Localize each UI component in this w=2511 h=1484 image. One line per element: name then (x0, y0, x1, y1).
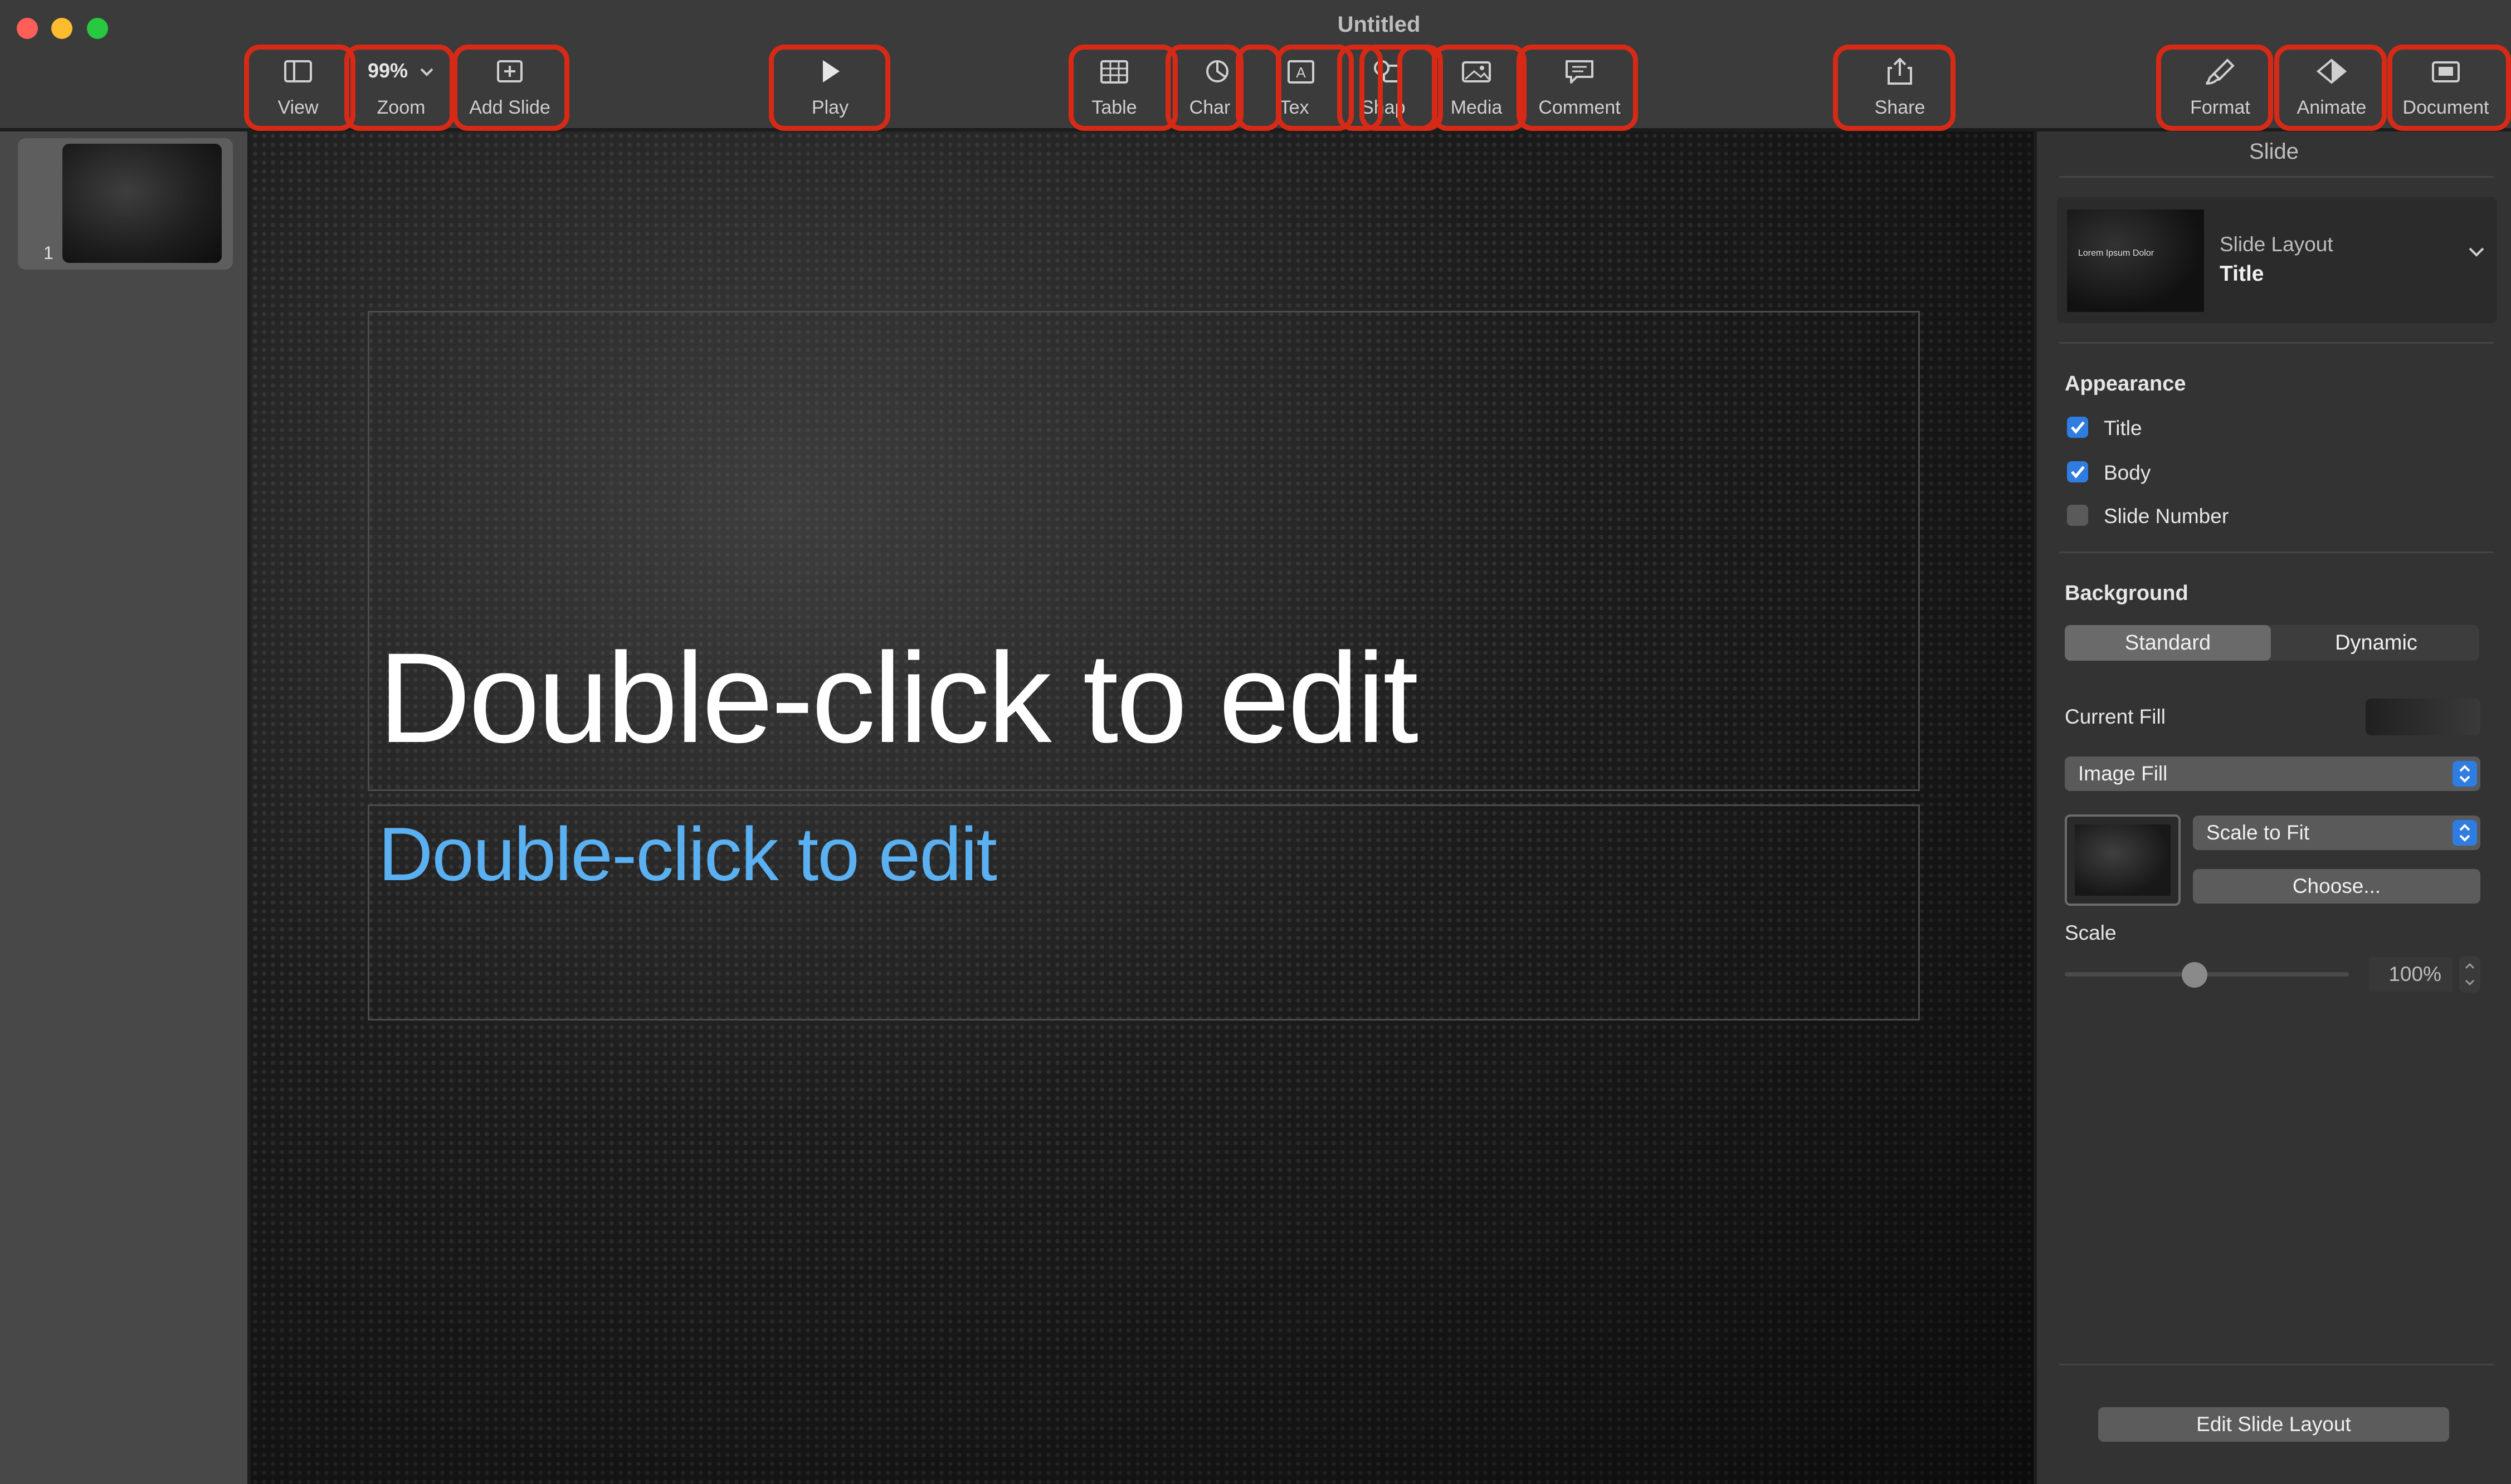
scale-slider-knob[interactable] (2182, 962, 2207, 988)
fill-image-well[interactable] (2065, 814, 2181, 906)
document-button[interactable]: Document (2387, 46, 2504, 129)
view-label: View (277, 97, 319, 118)
slide-navigator: 1 (0, 131, 251, 1484)
photo-icon (1462, 61, 1491, 82)
comment-icon (1566, 60, 1593, 84)
checkmark-icon (2071, 421, 2085, 434)
sidebar-icon (284, 60, 312, 82)
document-icon (2432, 61, 2460, 82)
slide-layout-value: Title (2220, 262, 2264, 286)
add-slide-button[interactable]: Add Slide (454, 46, 565, 129)
fill-image-preview (2075, 824, 2171, 896)
title-checkbox-label: Title (2104, 417, 2142, 440)
title-placeholder[interactable]: Double-click to edit (368, 311, 1920, 791)
divider (2059, 342, 2494, 344)
title-checkbox[interactable] (2067, 417, 2088, 438)
add-slide-label: Add Slide (469, 97, 550, 118)
scale-stepper[interactable] (2459, 956, 2480, 993)
slide-thumbnail-1[interactable]: 1 (18, 138, 233, 270)
scale-value-field[interactable]: 100% (2369, 957, 2453, 992)
standard-segment[interactable]: Standard (2065, 625, 2271, 661)
body-checkbox[interactable] (2067, 461, 2088, 482)
play-button[interactable]: Play (772, 46, 889, 129)
shape-button[interactable]: Shap (1337, 46, 1437, 129)
comment-button[interactable]: Comment (1521, 46, 1638, 129)
body-placeholder-text: Double-click to edit (378, 812, 997, 896)
animate-label: Animate (2297, 97, 2367, 118)
shape-label: Shap (1361, 97, 1406, 118)
media-label: Media (1450, 97, 1503, 118)
shape-icon (1374, 60, 1401, 82)
paintbrush-icon (2205, 58, 2235, 85)
table-icon (1100, 60, 1128, 84)
scale-mode-value: Scale to Fit (2206, 821, 2310, 844)
svg-text:A: A (1296, 64, 1306, 81)
play-label: Play (811, 97, 849, 118)
divider (2059, 176, 2494, 178)
comment-label: Comment (1538, 97, 1621, 118)
chevron-down-icon (420, 68, 433, 76)
title-placeholder-text: Double-click to edit (378, 626, 1418, 769)
zoom-label: Zoom (377, 97, 426, 118)
share-icon (1888, 58, 1912, 85)
format-button[interactable]: Format (2162, 46, 2279, 129)
text-label: Tex (1279, 97, 1309, 118)
chart-label: Char (1189, 97, 1231, 118)
add-slide-icon (497, 60, 523, 82)
checkmark-icon (2071, 466, 2085, 479)
media-button[interactable]: Media (1426, 46, 1527, 129)
choose-image-button[interactable]: Choose... (2193, 869, 2480, 904)
share-label: Share (1874, 97, 1925, 118)
body-checkbox-label: Body (2104, 461, 2151, 484)
slide-number-checkbox[interactable] (2067, 505, 2088, 526)
current-fill-label: Current Fill (2065, 705, 2166, 728)
slide-layout-label: Slide Layout (2220, 233, 2333, 256)
current-fill-swatch[interactable] (2366, 699, 2480, 735)
up-down-arrows-icon (2453, 820, 2477, 846)
chart-button[interactable]: Char (1167, 46, 1267, 129)
slide-number-checkbox-label: Slide Number (2104, 505, 2229, 528)
edit-slide-layout-button[interactable]: Edit Slide Layout (2098, 1407, 2449, 1442)
fill-type-select[interactable]: Image Fill (2065, 756, 2480, 791)
background-mode-segmented-control: Standard Dynamic (2065, 625, 2479, 661)
view-button[interactable]: View (245, 46, 351, 129)
text-box-icon: A (1288, 60, 1314, 84)
scale-label: Scale (2065, 921, 2117, 944)
slide-layout-selector[interactable]: Lorem Ipsum Dolor Slide Layout Title (2057, 197, 2497, 323)
window-title-text: Untitled (1337, 12, 1421, 37)
chevron-down-icon (2469, 247, 2484, 257)
toolbar: Untitled View 99% Zoom Add Slide Play Ta… (0, 0, 2511, 131)
divider (2059, 1364, 2494, 1365)
dynamic-segment[interactable]: Dynamic (2273, 625, 2479, 661)
document-label: Document (2402, 97, 2489, 118)
divider (2059, 551, 2494, 553)
zoom-control[interactable]: 99% Zoom (351, 46, 451, 129)
slide-thumbnail-image (62, 144, 222, 263)
body-placeholder[interactable]: Double-click to edit (368, 804, 1920, 1021)
keynote-window: Untitled View 99% Zoom Add Slide Play Ta… (0, 0, 2511, 1484)
animate-button[interactable]: Animate (2276, 46, 2387, 129)
chart-icon (1206, 60, 1228, 82)
scale-mode-select[interactable]: Scale to Fit (2193, 816, 2480, 850)
layout-thumbnail-text: Lorem Ipsum Dolor (2078, 248, 2154, 258)
appearance-heading: Appearance (2065, 372, 2186, 396)
table-button[interactable]: Table (1072, 46, 1156, 129)
slide-number: 1 (43, 243, 53, 263)
slide-canvas[interactable]: Double-click to edit Double-click to edi… (251, 131, 2034, 1484)
format-inspector: Slide Lorem Ipsum Dolor Slide Layout Tit… (2034, 131, 2511, 1484)
text-button[interactable]: A Tex (1254, 46, 1348, 129)
play-icon (823, 60, 840, 82)
animate-diamond-icon (2316, 58, 2347, 84)
zoom-value-text: 99% (367, 59, 408, 82)
up-down-arrows-icon (2453, 761, 2477, 787)
background-heading: Background (2065, 582, 2188, 605)
inspector-tab-slide[interactable]: Slide (2037, 139, 2511, 164)
format-label: Format (2190, 97, 2250, 118)
share-button[interactable]: Share (1839, 46, 1961, 129)
layout-thumbnail: Lorem Ipsum Dolor (2067, 209, 2204, 312)
window-title: Untitled (0, 12, 2511, 37)
table-label: Table (1091, 97, 1137, 118)
fill-type-value: Image Fill (2078, 762, 2168, 785)
zoom-value[interactable]: 99% (351, 59, 451, 87)
